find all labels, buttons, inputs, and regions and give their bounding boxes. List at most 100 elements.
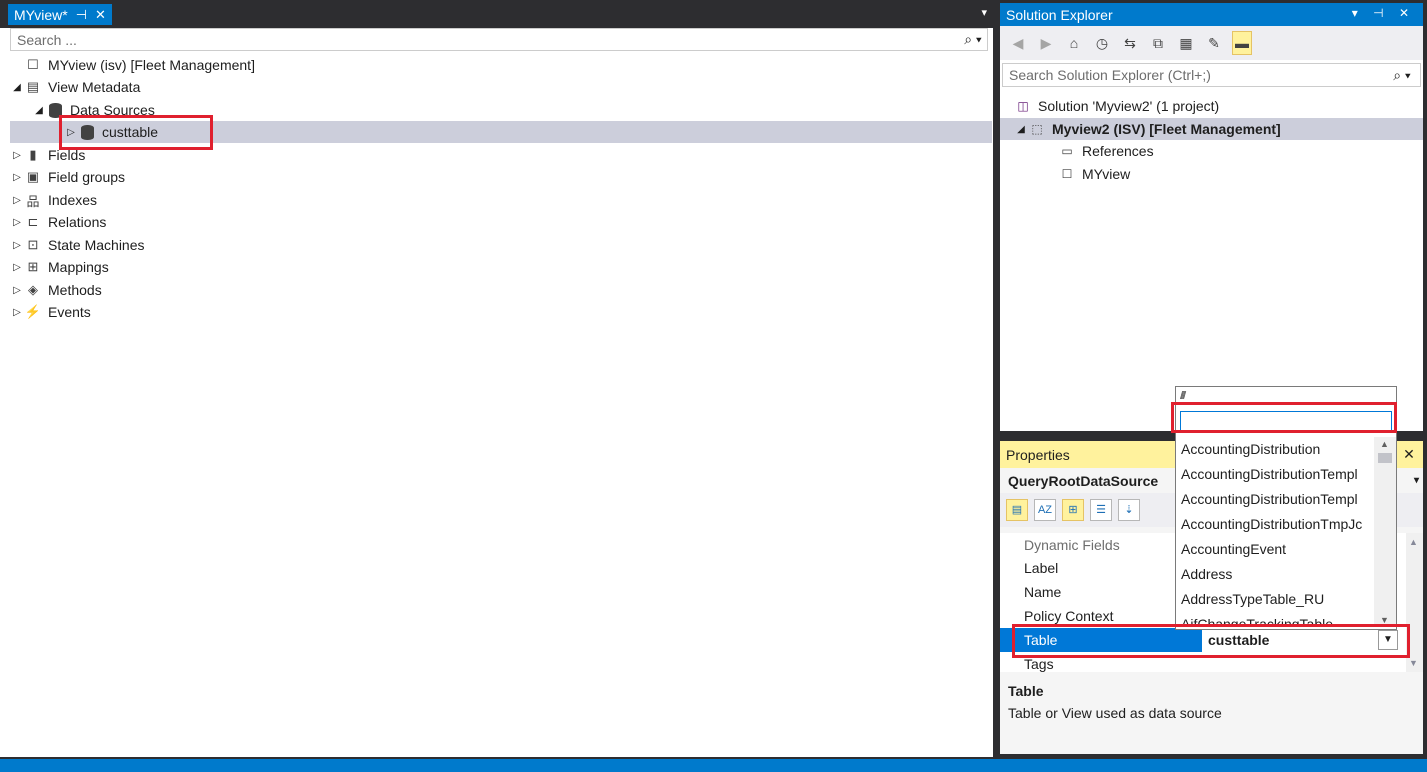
categorized-icon[interactable]: ▤ (1006, 499, 1028, 521)
scroll-down-icon[interactable]: ▼ (1380, 615, 1389, 625)
events-list-icon[interactable]: ☰ (1090, 499, 1112, 521)
preview-toggle-icon[interactable]: ▬ (1232, 31, 1252, 55)
collapse-arrow-icon[interactable]: ◢ (1014, 124, 1028, 135)
state-machines-icon: ⊡ (27, 237, 39, 252)
property-row-tags[interactable]: Tags (1000, 652, 1406, 672)
forward-icon[interactable]: ▶ (1036, 35, 1056, 52)
search-icon[interactable]: ⌕ ▾ (959, 31, 987, 48)
show-all-files-icon[interactable]: ▦ (1176, 35, 1196, 52)
solution-explorer-search-input[interactable]: Search Solution Explorer (Ctrl+;) ⌕ ▾ (1002, 63, 1421, 87)
tree-item-label: State Machines (48, 237, 145, 253)
expand-arrow-icon[interactable]: ▷ (10, 217, 24, 228)
tree-item-fields[interactable]: ▷ ▮ Fields (10, 144, 85, 166)
scroll-up-icon[interactable]: ▲ (1409, 537, 1418, 547)
collapse-arrow-icon[interactable]: ◢ (10, 82, 24, 93)
list-item[interactable]: Address (1176, 562, 1372, 587)
tree-item-view-metadata[interactable]: ◢ ▤ View Metadata (10, 76, 140, 98)
tree-item-data-sources[interactable]: ◢ Data Sources (32, 99, 155, 121)
tree-item-label: View Metadata (48, 79, 141, 95)
scroll-up-icon[interactable]: ▲ (1380, 439, 1389, 449)
solution-explorer-panel: Solution Explorer ▾ ⊣ ✕ ◀ ▶ ⌂ ◷ ⇆ ⧉ ▦ ✎ … (1000, 3, 1423, 431)
tree-item-indexes[interactable]: ▷ 品 Indexes (10, 189, 97, 211)
table-filter-input[interactable] (1180, 411, 1392, 431)
tree-item-references[interactable]: ▭ References (1058, 140, 1153, 162)
tree-item-myview[interactable]: ☐ MYview (1058, 163, 1131, 185)
back-icon[interactable]: ◀ (1008, 35, 1028, 52)
expand-arrow-icon[interactable]: ▷ (10, 195, 24, 206)
scroll-thumb[interactable] (1378, 453, 1392, 463)
close-icon[interactable]: ✕ (1399, 444, 1419, 464)
fields-icon: ▮ (29, 147, 37, 162)
tree-item-label: MYview (isv) [Fleet Management] (48, 57, 255, 73)
tree-item-relations[interactable]: ▷ ⊏ Relations (10, 211, 106, 233)
tree-item-events[interactable]: ▷ ⚡ Events (10, 301, 91, 323)
pin-icon[interactable]: ⊣ (76, 7, 87, 23)
description-title: Table (1008, 683, 1044, 699)
tree-item-label: Field groups (48, 169, 126, 185)
list-item[interactable]: AccountingEvent (1176, 537, 1372, 562)
panel-title: Properties (1006, 446, 1070, 463)
expand-arrow-icon[interactable]: ▷ (64, 127, 78, 138)
scroll-down-icon[interactable]: ▼ (1409, 658, 1418, 668)
tree-item-mappings[interactable]: ▷ ⊞ Mappings (10, 256, 109, 278)
table-list-scrollbar[interactable]: ▲ ▼ (1374, 437, 1396, 627)
collapse-all-icon[interactable]: ⧉ (1148, 35, 1168, 52)
collapse-arrow-icon[interactable]: ◢ (32, 105, 46, 116)
database-icon (46, 102, 64, 118)
property-row-table[interactable]: Table custtable ▼ (1000, 628, 1406, 652)
solution-explorer-title-bar: Solution Explorer ▾ ⊣ ✕ (1000, 3, 1423, 26)
list-item[interactable]: AddressTypeTable_RU (1176, 587, 1372, 612)
view-designer: MYview* ⊣ ✕ ▾ Search ... ⌕ ▾ ☐ MYview (i… (0, 0, 993, 757)
sort-icon[interactable]: ⇣ (1118, 499, 1140, 521)
expand-arrow-icon[interactable]: ▷ (10, 262, 24, 273)
description-text: Table or View used as data source (1008, 705, 1222, 721)
expand-arrow-icon[interactable]: ▷ (10, 150, 24, 161)
metadata-icon: ▤ (26, 79, 40, 94)
tree-item-root[interactable]: ☐ MYview (isv) [Fleet Management] (10, 54, 255, 76)
project-icon: ⬚ (1031, 122, 1043, 136)
list-item[interactable]: AifChangeTrackingTable (1176, 612, 1372, 627)
designer-search-placeholder: Search ... (17, 31, 77, 48)
sync-icon[interactable]: ⇆ (1120, 35, 1140, 52)
methods-icon: ◈ (28, 282, 38, 297)
list-item[interactable]: AccountingDistributionTempl (1176, 462, 1372, 487)
expand-arrow-icon[interactable]: ▷ (10, 285, 24, 296)
tree-item-field-groups[interactable]: ▷ ▣ Field groups (10, 166, 125, 188)
designer-search-input[interactable]: Search ... ⌕ ▾ (10, 28, 988, 51)
close-icon[interactable]: ✕ (95, 7, 106, 23)
history-icon[interactable]: ◷ (1092, 35, 1112, 52)
expand-arrow-icon[interactable]: ▷ (10, 172, 24, 183)
search-icon[interactable]: ⌕ ▾ (1384, 67, 1420, 84)
list-item[interactable]: AccountingDistributionTempl (1176, 487, 1372, 512)
tree-item-project[interactable]: ◢ ⬚ Myview2 (ISV) [Fleet Management] (1000, 118, 1423, 140)
table-value[interactable]: custtable (1202, 628, 1406, 652)
tree-item-custtable[interactable]: ▷ custtable (10, 121, 992, 143)
view-icon: ☐ (1061, 167, 1073, 181)
alphabetical-icon[interactable]: AZ (1034, 499, 1056, 521)
list-item[interactable]: AccountingDistributionTmpJc (1176, 512, 1372, 537)
properties-wrench-icon[interactable]: ✎ (1204, 35, 1224, 52)
list-item[interactable]: AccountingDistribution (1176, 437, 1372, 462)
expand-arrow-icon[interactable]: ▷ (10, 240, 24, 251)
table-dropdown-chevron-icon[interactable]: ▼ (1378, 630, 1398, 650)
document-tab-myview[interactable]: MYview* ⊣ ✕ (8, 4, 112, 25)
tab-overflow-dropdown-icon[interactable]: ▾ (981, 6, 987, 19)
solution-explorer-toolbar: ◀ ▶ ⌂ ◷ ⇆ ⧉ ▦ ✎ ▬ (1000, 26, 1423, 60)
chevron-down-icon[interactable]: ▾ (1414, 475, 1419, 486)
resize-grip-icon[interactable]: //// (1176, 387, 1396, 405)
tree-item-state-machines[interactable]: ▷ ⊡ State Machines (10, 234, 145, 256)
tree-item-label: Mappings (48, 259, 109, 275)
tree-item-solution[interactable]: ◫ Solution 'Myview2' (1 project) (1014, 95, 1219, 117)
panel-title: Solution Explorer (1006, 6, 1113, 23)
tree-item-label: custtable (102, 124, 159, 140)
home-icon[interactable]: ⌂ (1064, 35, 1084, 51)
panel-window-controls[interactable]: ▾ ⊣ ✕ (1352, 6, 1415, 20)
properties-scrollbar[interactable]: ▲ ▼ (1406, 533, 1423, 672)
properties-icon[interactable]: ⊞ (1062, 499, 1084, 521)
view-icon: ☐ (27, 57, 39, 72)
expand-arrow-icon[interactable]: ▷ (10, 307, 24, 318)
tree-item-methods[interactable]: ▷ ◈ Methods (10, 279, 102, 301)
property-name: Name (1024, 584, 1062, 600)
tree-item-label: Myview2 (ISV) [Fleet Management] (1052, 121, 1281, 137)
solution-icon: ◫ (1017, 99, 1029, 113)
